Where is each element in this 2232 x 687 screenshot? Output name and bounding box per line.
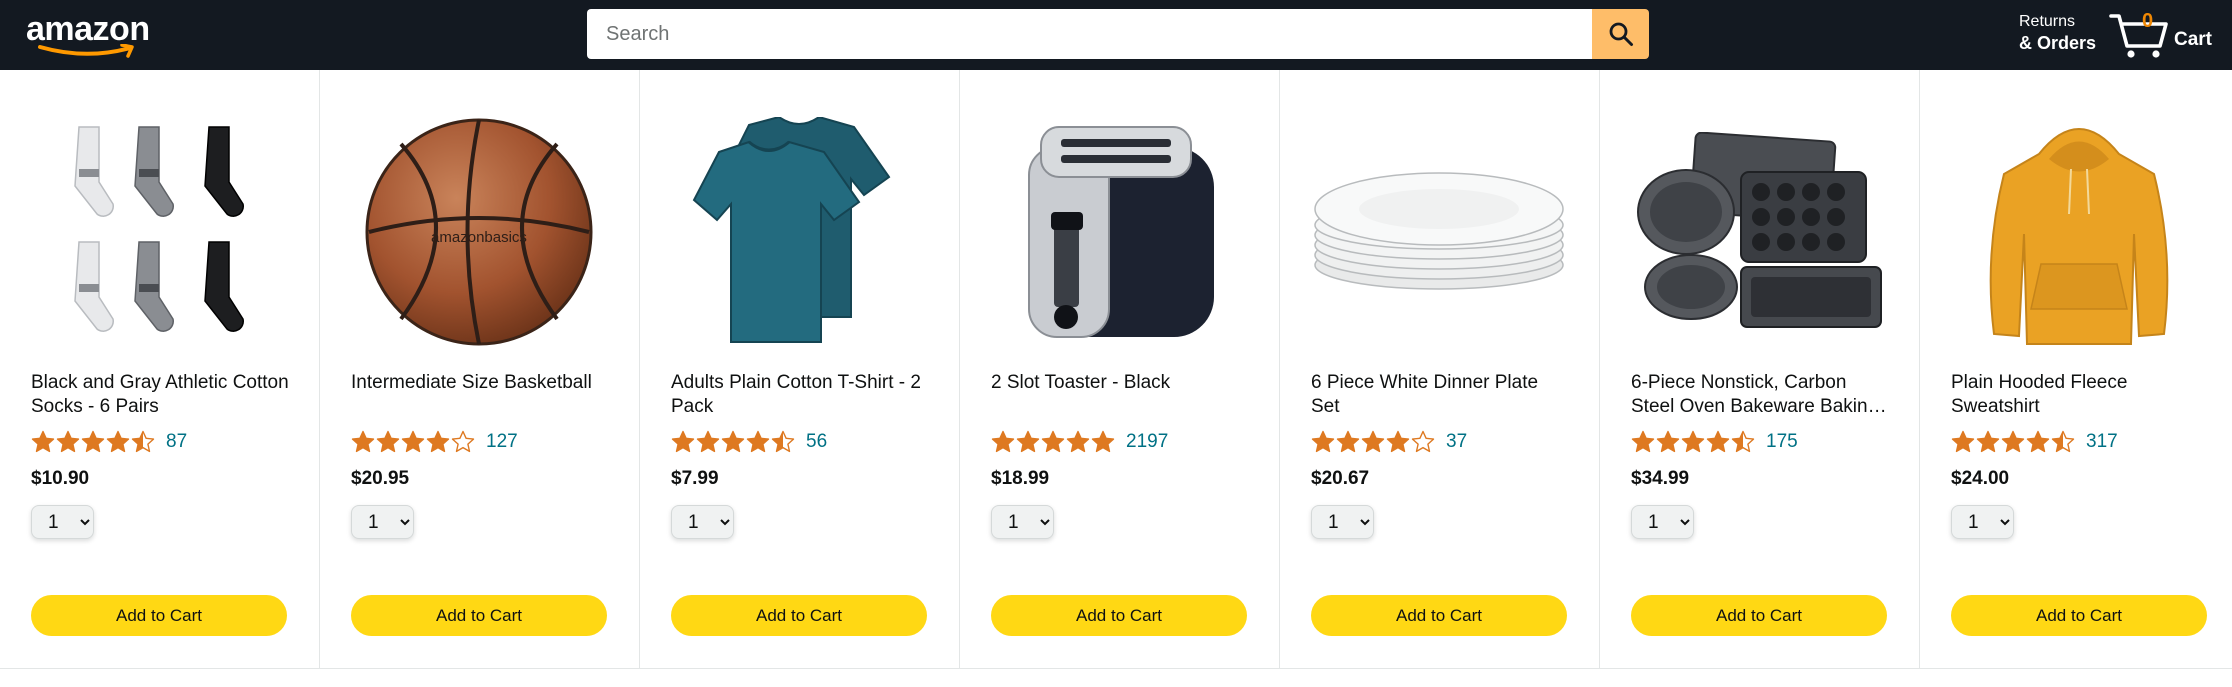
quantity-select[interactable]: 1 [991, 505, 1054, 539]
product-name[interactable]: 2 Slot Toaster - Black [991, 371, 1249, 395]
tshirt-image[interactable] [671, 114, 927, 350]
rating-count-link[interactable]: 127 [486, 431, 518, 453]
star-rating-icon [1631, 430, 1756, 454]
product-card: Black and Gray Athletic Cotton Socks - 6… [0, 70, 320, 669]
rating-count-link[interactable]: 317 [2086, 431, 2118, 453]
search-icon [1609, 22, 1633, 46]
quantity-select[interactable]: 1 [671, 505, 734, 539]
add-to-cart-button[interactable]: Add to Cart [671, 595, 927, 636]
add-to-cart-button[interactable]: Add to Cart [1951, 595, 2207, 636]
bakeware-image[interactable] [1631, 114, 1887, 350]
quantity-select[interactable]: 1 [1311, 505, 1374, 539]
quantity-select[interactable]: 1 [351, 505, 414, 539]
search-button[interactable] [1592, 9, 1649, 59]
product-card: 2 Slot Toaster - Black 2197 $18.99 1 Add… [960, 70, 1280, 669]
add-to-cart-button[interactable]: Add to Cart [991, 595, 1247, 636]
search-input[interactable] [587, 9, 1592, 59]
quantity-select[interactable]: 1 [1631, 505, 1694, 539]
product-name[interactable]: Plain Hooded Fleece Sweatshirt [1951, 371, 2209, 419]
star-rating-icon [351, 430, 476, 454]
product-name[interactable]: Intermediate Size Basketball [351, 371, 609, 395]
socks-graphic [74, 126, 244, 332]
cart-count: 0 [2142, 10, 2154, 32]
cart-label: Cart [2174, 29, 2213, 50]
toaster-image[interactable] [991, 114, 1247, 350]
add-to-cart-button[interactable]: Add to Cart [1311, 595, 1567, 636]
product-name[interactable]: Black and Gray Athletic Cotton Socks - 6… [31, 371, 289, 419]
tshirt-graphic [692, 117, 891, 343]
product-price: $18.99 [991, 468, 1050, 489]
product-rating[interactable]: 2197 [991, 430, 1168, 454]
product-rating[interactable]: 37 [1311, 430, 1467, 454]
basketball-image[interactable]: amazonbasics [351, 114, 607, 350]
product-name[interactable]: 6-Piece Nonstick, Carbon Steel Oven Bake… [1631, 371, 1889, 419]
rating-count-link[interactable]: 175 [1766, 431, 1798, 453]
top-header: amazon Returns & Orders 0 Cart [0, 0, 2232, 70]
product-card: Plain Hooded Fleece Sweatshirt 317 $24.0… [1920, 70, 2232, 669]
star-rating-icon [1311, 430, 1436, 454]
product-price: $7.99 [671, 468, 719, 489]
product-name[interactable]: 6 Piece White Dinner Plate Set [1311, 371, 1569, 419]
basketball-graphic: amazonbasics [365, 118, 593, 346]
plates-image[interactable] [1311, 114, 1567, 350]
returns-label: Returns [2019, 13, 2076, 30]
cart-icon [2109, 14, 2168, 58]
svg-text:amazonbasics: amazonbasics [431, 229, 527, 246]
rating-count-link[interactable]: 37 [1446, 431, 1467, 453]
star-rating-icon [991, 430, 1116, 454]
product-price: $20.95 [351, 468, 410, 489]
orders-label: & Orders [2019, 33, 2097, 53]
cart-link[interactable]: 0 Cart [2108, 6, 2218, 62]
rating-count-link[interactable]: 56 [806, 431, 827, 453]
product-name[interactable]: Adults Plain Cotton T-Shirt - 2 Pack [671, 371, 929, 419]
product-rating[interactable]: 56 [671, 430, 827, 454]
quantity-select[interactable]: 1 [1951, 505, 2014, 539]
star-rating-icon [31, 430, 156, 454]
logo-smile-icon [38, 44, 134, 58]
hoodie-image[interactable] [1951, 114, 2207, 350]
plates-graphic [1314, 172, 1564, 290]
star-rating-icon [1951, 430, 2076, 454]
product-price: $24.00 [1951, 468, 2010, 489]
product-rating[interactable]: 317 [1951, 430, 2118, 454]
rating-count-link[interactable]: 2197 [1126, 431, 1168, 453]
bakeware-graphic [1637, 132, 1882, 328]
toaster-graphic [1028, 126, 1214, 338]
rating-count-link[interactable]: 87 [166, 431, 187, 453]
quantity-select[interactable]: 1 [31, 505, 94, 539]
product-card: amazonbasics Intermediate Size Basketbal… [320, 70, 640, 669]
product-card: Adults Plain Cotton T-Shirt - 2 Pack 56 … [640, 70, 960, 669]
add-to-cart-button[interactable]: Add to Cart [1631, 595, 1887, 636]
product-card: 6-Piece Nonstick, Carbon Steel Oven Bake… [1600, 70, 1920, 669]
add-to-cart-button[interactable]: Add to Cart [351, 595, 607, 636]
product-price: $20.67 [1311, 468, 1370, 489]
product-rating[interactable]: 87 [31, 430, 187, 454]
product-rating[interactable]: 127 [351, 430, 518, 454]
amazon-logo[interactable]: amazon [26, 10, 156, 58]
product-price: $34.99 [1631, 468, 1690, 489]
product-rating[interactable]: 175 [1631, 430, 1798, 454]
socks-image[interactable] [31, 114, 287, 350]
add-to-cart-button[interactable]: Add to Cart [31, 595, 287, 636]
product-grid: Black and Gray Athletic Cotton Socks - 6… [0, 70, 2232, 687]
returns-orders-link[interactable]: Returns & Orders [2019, 12, 2096, 55]
hoodie-graphic [1989, 128, 2169, 345]
search-bar [587, 9, 1649, 59]
star-rating-icon [671, 430, 796, 454]
product-price: $10.90 [31, 468, 90, 489]
product-card: 6 Piece White Dinner Plate Set 37 $20.67… [1280, 70, 1600, 669]
